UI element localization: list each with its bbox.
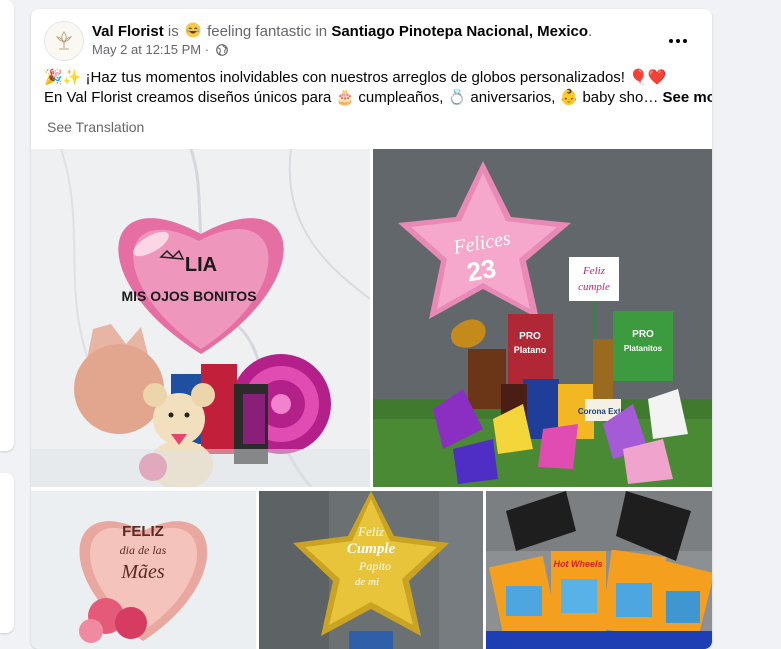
globe-icon[interactable] — [215, 44, 228, 56]
tag-text: cumple — [578, 281, 610, 293]
tag-text: Feliz — [582, 265, 606, 277]
photo-grid: LIA MIS OJOS BONITOS Felices 23 Feliz cu… — [31, 149, 712, 649]
snack-label: PRO — [519, 331, 541, 342]
photo-star-balloon[interactable]: Felices 23 Feliz cumple PRO Platano PRO … — [373, 149, 712, 487]
balloon-text: Feliz — [357, 524, 384, 539]
previous-card-edge — [0, 0, 14, 451]
balloon-text: de mi — [355, 576, 379, 588]
snack-label: Platano — [514, 345, 547, 355]
photo-heart-balloon[interactable]: LIA MIS OJOS BONITOS — [31, 149, 370, 487]
see-translation-link[interactable]: See Translation — [47, 119, 144, 135]
more-options-button[interactable] — [660, 27, 696, 55]
is-label: is — [167, 23, 179, 40]
balloon-text: Cumple — [347, 541, 396, 557]
balloon-text: 23 — [465, 253, 499, 288]
post-card: Val Florist is feeling fantastic in Sant… — [31, 9, 712, 649]
balloon-text: FELIZ — [122, 523, 164, 540]
balloon-text: MIS OJOS BONITOS — [121, 288, 256, 304]
more-dot-icon — [676, 39, 680, 43]
flower-logo-icon — [56, 31, 72, 50]
post-date[interactable]: May 2 at 12:15 PM — [92, 42, 201, 57]
post-text-line-2-content: En Val Florist creamos diseños únicos pa… — [44, 89, 659, 106]
balloon-text: dia de las — [120, 543, 167, 557]
see-more-link[interactable]: See more — [663, 89, 712, 106]
feeling-label: feeling fantastic in — [207, 23, 328, 40]
post-headline: Val Florist is feeling fantastic in Sant… — [92, 22, 592, 41]
author-name[interactable]: Val Florist — [92, 23, 164, 40]
next-card-edge — [0, 473, 14, 633]
post-body: 🎉✨ ¡Haz tus momentos inolvidables con nu… — [44, 68, 712, 108]
snack-label: Platanitos — [624, 344, 663, 353]
meta-separator: · — [204, 42, 210, 57]
location-link[interactable]: Santiago Pinotepa Nacional, Mexico — [331, 23, 588, 40]
balloon-text: Mães — [120, 561, 165, 583]
toy-label: Hot Wheels — [553, 559, 602, 569]
post-header: Val Florist is feeling fantastic in Sant… — [44, 21, 700, 61]
photo-hot-wheels-box[interactable]: Hot Wheels — [486, 491, 712, 649]
more-dot-icon — [669, 39, 673, 43]
post-text-line-2: En Val Florist creamos diseños únicos pa… — [44, 88, 712, 108]
location-period: . — [588, 23, 593, 40]
laughing-face-icon — [185, 22, 201, 38]
more-dot-icon — [683, 39, 687, 43]
post-text-line-1: 🎉✨ ¡Haz tus momentos inolvidables con nu… — [44, 69, 667, 86]
page-avatar[interactable] — [44, 21, 84, 61]
balloon-text: LIA — [185, 254, 217, 276]
photo-gold-star-balloon[interactable]: Feliz Cumple Papito de mi — [259, 491, 483, 649]
photo-mothers-day-balloon[interactable]: FELIZ dia de las Mães — [31, 491, 256, 649]
balloon-text: Papito — [358, 559, 391, 573]
snack-label: PRO — [632, 329, 654, 340]
post-meta: May 2 at 12:15 PM · — [92, 42, 228, 58]
